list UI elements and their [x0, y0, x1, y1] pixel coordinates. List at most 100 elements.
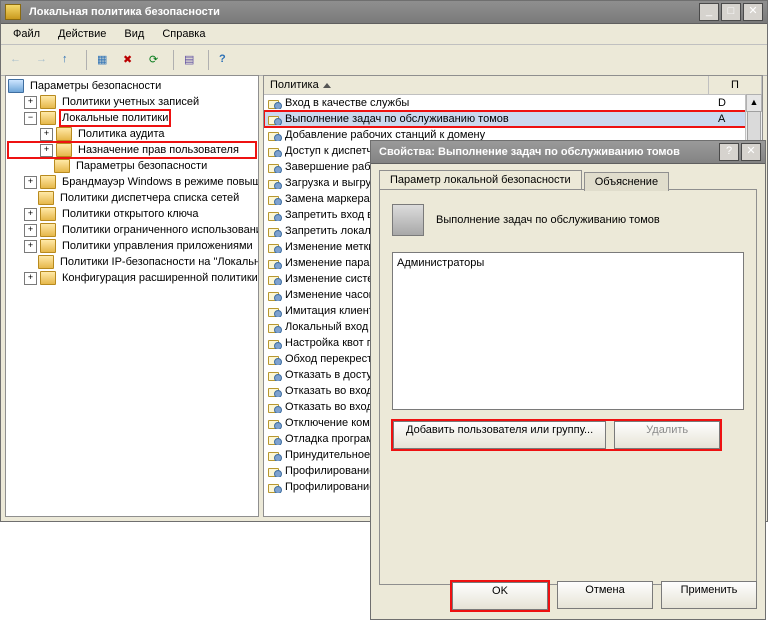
dialog-close-button[interactable]: ✕ — [741, 143, 761, 161]
tab-local-security[interactable]: Параметр локальной безопасности — [379, 170, 582, 189]
folder-icon — [38, 255, 54, 269]
dialog-titlebar[interactable]: Свойства: Выполнение задач по обслуживан… — [371, 141, 765, 164]
policy-item-icon — [268, 274, 281, 285]
expander-icon[interactable]: + — [24, 272, 37, 285]
policy-item-icon — [268, 146, 281, 157]
folder-icon — [40, 95, 56, 109]
folder-icon — [54, 159, 70, 173]
tree-label: Политики диспетчера списка сетей — [58, 190, 241, 206]
refresh-button[interactable]: ⟳ — [144, 48, 168, 72]
policy-row-volume-maintenance[interactable]: Выполнение задач по обслуживанию томовА — [264, 111, 762, 127]
expander-icon[interactable]: + — [24, 240, 37, 253]
scroll-up-icon[interactable]: ▲ — [746, 94, 762, 112]
menu-file[interactable]: Файл — [5, 26, 48, 42]
nav-forward-button[interactable]: → — [31, 48, 55, 72]
expander-icon[interactable]: − — [24, 112, 37, 125]
help-icon: ? — [219, 53, 233, 67]
back-icon: ← — [10, 53, 24, 67]
expander-icon[interactable]: + — [24, 96, 37, 109]
nav-up-button[interactable]: ↑ — [57, 48, 81, 72]
remove-user-button[interactable]: Удалить — [614, 421, 720, 449]
menu-help[interactable]: Справка — [154, 26, 213, 42]
tree-label: Брандмауэр Windows в режиме повыше — [60, 174, 259, 190]
app-icon — [5, 4, 21, 20]
policy-item-icon — [268, 354, 281, 365]
policy-item-icon — [268, 386, 281, 397]
shield-icon — [8, 79, 24, 93]
dialog-title: Свойства: Выполнение задач по обслуживан… — [375, 146, 719, 158]
list-header[interactable]: Политика П — [264, 76, 762, 95]
policy-item-icon — [268, 242, 281, 253]
col-policy-label: Политика — [270, 79, 319, 91]
folder-icon — [40, 223, 56, 237]
menu-action[interactable]: Действие — [50, 26, 114, 42]
policy-item-icon — [268, 258, 281, 269]
policy-item-icon — [268, 306, 281, 317]
help-button[interactable]: ? — [214, 48, 238, 72]
users-listbox[interactable]: Администраторы — [392, 252, 744, 410]
policy-item-icon — [268, 162, 281, 173]
tree-item[interactable]: + Политики управления приложениями — [8, 238, 256, 254]
expander-icon[interactable]: + — [24, 224, 37, 237]
menu-view[interactable]: Вид — [116, 26, 152, 42]
tree-item[interactable]: − Локальные политики — [8, 110, 256, 126]
list-item[interactable]: Администраторы — [397, 257, 739, 269]
tree-root-label: Параметры безопасности — [28, 78, 163, 94]
cancel-button[interactable]: Отмена — [557, 581, 653, 609]
tree-label: Политики открытого ключа — [60, 206, 200, 222]
nav-back-button[interactable]: ← — [5, 48, 29, 72]
delete-icon: ✖ — [123, 53, 137, 67]
tree-item[interactable]: + Конфигурация расширенной политики — [8, 270, 256, 286]
policy-item-icon — [268, 322, 281, 333]
col-policy[interactable]: Политика — [264, 76, 709, 94]
folder-icon — [40, 271, 56, 285]
expander-icon[interactable]: + — [24, 208, 37, 221]
tree-item[interactable]: Политики IP-безопасности на "Локальн — [8, 254, 256, 270]
tree-item[interactable]: + Политики открытого ключа — [8, 206, 256, 222]
tree-root[interactable]: Параметры безопасности — [8, 78, 256, 94]
tree-item[interactable]: + Политика аудита — [8, 126, 256, 142]
folder-icon — [56, 127, 72, 141]
close-button[interactable]: ✕ — [743, 3, 763, 21]
apply-button[interactable]: Применить — [661, 581, 757, 609]
export-list-button[interactable]: ▤ — [179, 48, 203, 72]
ok-button[interactable]: OK — [452, 582, 548, 610]
tree-label: Конфигурация расширенной политики — [60, 270, 259, 286]
add-user-button[interactable]: Добавить пользователя или группу... — [393, 421, 606, 449]
tree-item[interactable]: Политики диспетчера списка сетей — [8, 190, 256, 206]
minimize-button[interactable]: _ — [699, 3, 719, 21]
policy-icon — [392, 204, 424, 236]
tree-item[interactable]: + Брандмауэр Windows в режиме повыше — [8, 174, 256, 190]
policy-row[interactable]: Вход в качестве службыD — [264, 95, 762, 111]
window-title: Локальная политика безопасности — [25, 6, 699, 18]
expander-icon[interactable]: + — [24, 176, 37, 189]
folder-icon — [56, 143, 72, 157]
maximize-button[interactable]: □ — [721, 3, 741, 21]
tab-explanation[interactable]: Объяснение — [584, 172, 669, 191]
tree-item[interactable]: + Политики учетных записей — [8, 94, 256, 110]
policy-item-icon — [268, 114, 281, 125]
dialog-help-button[interactable]: ? — [719, 143, 739, 161]
main-titlebar[interactable]: Локальная политика безопасности _ □ ✕ — [1, 1, 767, 24]
show-properties-button[interactable]: ▦ — [92, 48, 116, 72]
dialog-tabs: Параметр локальной безопасности Объяснен… — [379, 170, 757, 189]
policy-name: Вход в качестве службы — [285, 97, 409, 109]
tree[interactable]: Параметры безопасности + Политики учетны… — [6, 76, 258, 288]
tree-label: Политики управления приложениями — [60, 238, 255, 254]
expander-icon[interactable]: + — [40, 144, 53, 157]
folder-icon — [40, 239, 56, 253]
dialog-footer: OK Отмена Применить — [379, 581, 757, 611]
folder-icon — [38, 191, 54, 205]
tree-label: Политики учетных записей — [60, 94, 201, 110]
tree-item[interactable]: + Политики ограниченного использования — [8, 222, 256, 238]
tree-item[interactable]: Параметры безопасности — [8, 158, 256, 174]
tree-item-user-rights[interactable]: + Назначение прав пользователя — [8, 142, 256, 158]
col-param[interactable]: П — [709, 76, 762, 94]
tree-label: Политики IP-безопасности на "Локальн — [58, 254, 259, 270]
policy-item-icon — [268, 194, 281, 205]
policy-item-icon — [268, 338, 281, 349]
expander-icon[interactable]: + — [40, 128, 53, 141]
policy-item-icon — [268, 290, 281, 301]
delete-button[interactable]: ✖ — [118, 48, 142, 72]
tree-pane: Параметры безопасности + Политики учетны… — [5, 75, 259, 517]
